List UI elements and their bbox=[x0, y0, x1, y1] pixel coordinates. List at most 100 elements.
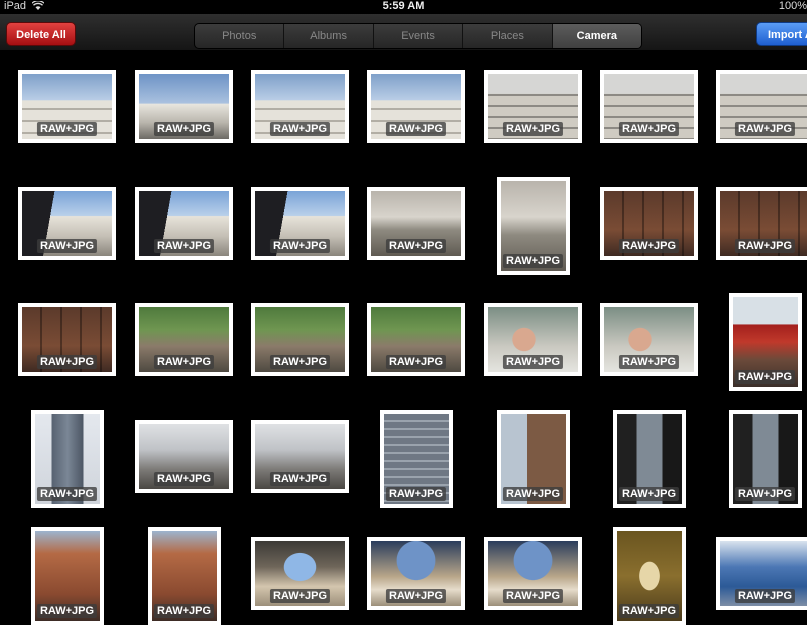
raw-jpg-badge: RAW+JPG bbox=[734, 239, 796, 253]
photo-thumbnail[interactable]: RAW+JPG bbox=[367, 303, 465, 376]
photo-thumbnail[interactable]: RAW+JPG bbox=[367, 70, 465, 143]
raw-jpg-badge: RAW+JPG bbox=[269, 122, 331, 136]
photo-image: RAW+JPG bbox=[604, 307, 694, 372]
raw-jpg-badge: RAW+JPG bbox=[385, 355, 447, 369]
photo-image: RAW+JPG bbox=[732, 414, 798, 504]
photo-image: RAW+JPG bbox=[22, 307, 112, 372]
photo-thumbnail[interactable]: RAW+JPG bbox=[600, 70, 698, 143]
photo-thumbnail[interactable]: RAW+JPG bbox=[484, 537, 582, 610]
photo-thumbnail[interactable]: RAW+JPG bbox=[251, 303, 349, 376]
raw-jpg-badge: RAW+JPG bbox=[618, 604, 680, 618]
photo-image: RAW+JPG bbox=[34, 414, 100, 504]
photo-thumbnail[interactable]: RAW+JPG bbox=[600, 187, 698, 260]
photo-thumbnail[interactable]: RAW+JPG bbox=[30, 527, 104, 625]
library-tabs: Photos Albums Events Places Camera bbox=[194, 23, 642, 49]
photo-image: RAW+JPG bbox=[139, 191, 229, 256]
photo-image: RAW+JPG bbox=[255, 424, 345, 489]
photo-image: RAW+JPG bbox=[616, 414, 682, 504]
photo-image: RAW+JPG bbox=[255, 74, 345, 139]
photo-image: RAW+JPG bbox=[22, 191, 112, 256]
photo-image: RAW+JPG bbox=[22, 74, 112, 139]
raw-jpg-badge: RAW+JPG bbox=[36, 355, 98, 369]
photo-image: RAW+JPG bbox=[255, 541, 345, 606]
raw-jpg-badge: RAW+JPG bbox=[153, 239, 215, 253]
tab-places[interactable]: Places bbox=[463, 24, 553, 48]
photo-image: RAW+JPG bbox=[604, 191, 694, 256]
photo-thumbnail[interactable]: RAW+JPG bbox=[251, 187, 349, 260]
raw-jpg-badge: RAW+JPG bbox=[502, 589, 564, 603]
photo-image: RAW+JPG bbox=[488, 74, 578, 139]
photo-thumbnail[interactable]: RAW+JPG bbox=[251, 70, 349, 143]
photo-image: RAW+JPG bbox=[151, 531, 217, 621]
photo-thumbnail[interactable]: RAW+JPG bbox=[716, 187, 807, 260]
photo-thumbnail[interactable]: RAW+JPG bbox=[379, 410, 453, 508]
raw-jpg-badge: RAW+JPG bbox=[385, 487, 447, 501]
tab-photos[interactable]: Photos bbox=[195, 24, 285, 48]
photo-thumbnail[interactable]: RAW+JPG bbox=[135, 70, 233, 143]
photo-image: RAW+JPG bbox=[500, 181, 566, 271]
photo-thumbnail[interactable]: RAW+JPG bbox=[484, 303, 582, 376]
photo-thumbnail[interactable]: RAW+JPG bbox=[716, 70, 807, 143]
raw-jpg-badge: RAW+JPG bbox=[153, 122, 215, 136]
photo-image: RAW+JPG bbox=[255, 191, 345, 256]
toolbar: Delete All Photos Albums Events Places C… bbox=[0, 14, 807, 51]
photo-image: RAW+JPG bbox=[139, 74, 229, 139]
tab-camera[interactable]: Camera bbox=[552, 24, 641, 48]
photo-image: RAW+JPG bbox=[720, 541, 807, 606]
raw-jpg-badge: RAW+JPG bbox=[36, 604, 98, 618]
delete-all-button[interactable]: Delete All bbox=[6, 22, 76, 46]
photo-image: RAW+JPG bbox=[720, 191, 807, 256]
photo-image: RAW+JPG bbox=[371, 307, 461, 372]
photo-image: RAW+JPG bbox=[371, 74, 461, 139]
photo-thumbnail[interactable]: RAW+JPG bbox=[600, 303, 698, 376]
photo-image: RAW+JPG bbox=[488, 541, 578, 606]
raw-jpg-badge: RAW+JPG bbox=[269, 239, 331, 253]
raw-jpg-badge: RAW+JPG bbox=[269, 589, 331, 603]
photo-thumbnail[interactable]: RAW+JPG bbox=[30, 410, 104, 508]
photo-thumbnail[interactable]: RAW+JPG bbox=[147, 527, 221, 625]
raw-jpg-badge: RAW+JPG bbox=[734, 370, 796, 384]
photo-thumbnail[interactable]: RAW+JPG bbox=[135, 187, 233, 260]
photo-thumbnail[interactable]: RAW+JPG bbox=[496, 177, 570, 275]
import-all-button[interactable]: Import All bbox=[756, 22, 807, 46]
photo-thumbnail[interactable]: RAW+JPG bbox=[135, 303, 233, 376]
photo-image: RAW+JPG bbox=[488, 307, 578, 372]
photo-image: RAW+JPG bbox=[371, 541, 461, 606]
raw-jpg-badge: RAW+JPG bbox=[502, 254, 564, 268]
tab-events[interactable]: Events bbox=[374, 24, 464, 48]
raw-jpg-badge: RAW+JPG bbox=[36, 487, 98, 501]
raw-jpg-badge: RAW+JPG bbox=[153, 355, 215, 369]
raw-jpg-badge: RAW+JPG bbox=[618, 355, 680, 369]
raw-jpg-badge: RAW+JPG bbox=[734, 122, 796, 136]
photo-thumbnail[interactable]: RAW+JPG bbox=[728, 293, 802, 391]
photo-thumbnail[interactable]: RAW+JPG bbox=[728, 410, 802, 508]
photo-thumbnail[interactable]: RAW+JPG bbox=[251, 420, 349, 493]
photo-thumbnail[interactable]: RAW+JPG bbox=[612, 410, 686, 508]
tab-albums[interactable]: Albums bbox=[284, 24, 374, 48]
photo-image: RAW+JPG bbox=[604, 74, 694, 139]
photo-thumbnail[interactable]: RAW+JPG bbox=[18, 187, 116, 260]
photo-thumbnail[interactable]: RAW+JPG bbox=[135, 420, 233, 493]
raw-jpg-badge: RAW+JPG bbox=[502, 355, 564, 369]
raw-jpg-badge: RAW+JPG bbox=[269, 472, 331, 486]
photo-thumbnail[interactable]: RAW+JPG bbox=[367, 537, 465, 610]
photo-thumbnail[interactable]: RAW+JPG bbox=[251, 537, 349, 610]
raw-jpg-badge: RAW+JPG bbox=[385, 122, 447, 136]
status-bar: iPad 5:59 AM 100% bbox=[0, 0, 807, 14]
raw-jpg-badge: RAW+JPG bbox=[153, 472, 215, 486]
raw-jpg-badge: RAW+JPG bbox=[618, 487, 680, 501]
photo-thumbnail[interactable]: RAW+JPG bbox=[496, 410, 570, 508]
raw-jpg-badge: RAW+JPG bbox=[36, 239, 98, 253]
photo-thumbnail[interactable]: RAW+JPG bbox=[367, 187, 465, 260]
photo-image: RAW+JPG bbox=[34, 531, 100, 621]
photo-thumbnail[interactable]: RAW+JPG bbox=[18, 70, 116, 143]
photo-image: RAW+JPG bbox=[720, 74, 807, 139]
photo-thumbnail[interactable]: RAW+JPG bbox=[716, 537, 807, 610]
photo-thumbnail[interactable]: RAW+JPG bbox=[612, 527, 686, 625]
photo-thumbnail[interactable]: RAW+JPG bbox=[484, 70, 582, 143]
raw-jpg-badge: RAW+JPG bbox=[269, 355, 331, 369]
raw-jpg-badge: RAW+JPG bbox=[502, 122, 564, 136]
raw-jpg-badge: RAW+JPG bbox=[153, 604, 215, 618]
photo-thumbnail[interactable]: RAW+JPG bbox=[18, 303, 116, 376]
status-time: 5:59 AM bbox=[382, 0, 425, 12]
